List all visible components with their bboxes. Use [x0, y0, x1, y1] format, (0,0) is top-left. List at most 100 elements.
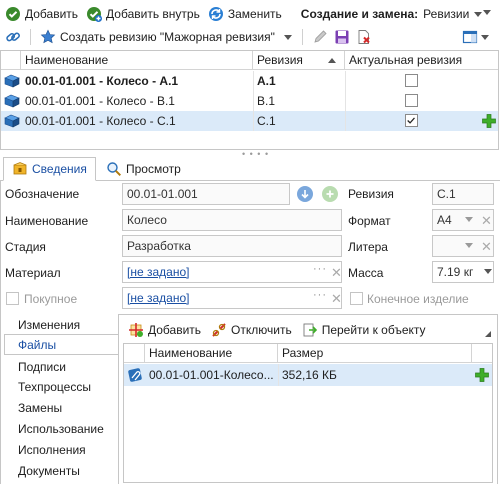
grid-header-actual[interactable]: Актуальная ревизия [345, 51, 465, 70]
panel-layout-button[interactable] [462, 29, 490, 45]
purchased-clear-icon[interactable]: ✕ [331, 292, 342, 305]
side-nav-item-replacements[interactable]: Замены [18, 401, 62, 415]
panel-layout-icon [462, 29, 478, 45]
add-inside-button[interactable]: Добавить внутрь [83, 3, 203, 25]
magnifier-icon [106, 161, 122, 177]
material-value-link[interactable]: [не задано] [127, 265, 189, 279]
purchased-field[interactable]: [не задано] [122, 287, 342, 309]
toolbar-main: Добавить Добавить внутрь Заменить Создан… [2, 3, 486, 25]
part-icon [4, 93, 20, 109]
litera-label: Литера [348, 240, 388, 254]
material-browse-icon[interactable]: ··· [313, 263, 327, 275]
revision-label: Ревизия [348, 187, 394, 201]
files-detach-button[interactable]: Отключить [208, 321, 295, 339]
star-icon [40, 29, 56, 45]
add-row-plus-icon[interactable] [481, 113, 497, 129]
grid-header: Наименование Ревизия Актуальная ревизия [1, 51, 498, 70]
litera-dropdown-icon[interactable] [465, 243, 473, 248]
goto-object-icon [302, 322, 318, 338]
cancel-changes-button[interactable] [353, 26, 375, 48]
side-nav-item-usage[interactable]: Использование [18, 422, 104, 436]
toolbar-overflow-chevron-icon[interactable] [482, 7, 492, 17]
purchased-value-link[interactable]: [не задано] [127, 291, 189, 305]
toolbar-secondary: Создать ревизию "Мажорная ревизия" [2, 26, 375, 48]
grid-row-selected[interactable]: 00.01-01.001 - Колесо - С.1 С.1 [1, 111, 498, 131]
name-field[interactable]: Колесо [122, 209, 342, 231]
stage-label: Стадия [5, 240, 46, 254]
file-size: 352,16 КБ [282, 368, 337, 382]
create-revision-chevron-icon[interactable] [283, 32, 293, 42]
add-file-plus-icon[interactable] [474, 367, 490, 383]
final-product-label: Конечное изделие [367, 292, 469, 306]
toolbar-separator [30, 29, 31, 45]
edit-button[interactable] [309, 26, 331, 48]
actual-revision-checkbox[interactable] [405, 94, 418, 107]
document-cancel-icon [356, 29, 372, 45]
designation-field[interactable]: 00.01-01.001 [122, 183, 290, 205]
side-nav-item-processes[interactable]: Техпроцессы [18, 380, 91, 394]
files-detach-label: Отключить [231, 323, 292, 337]
actual-revision-checkbox-checked[interactable] [405, 114, 418, 127]
files-row-selected[interactable]: 00.01-01.001-Колесо... 352,16 КБ [124, 364, 492, 386]
tab-preview-label: Просмотр [126, 162, 181, 176]
add-button[interactable]: Добавить [2, 3, 81, 25]
files-header-icon-col [124, 344, 145, 363]
side-nav-item-changes[interactable]: Изменения [18, 318, 80, 332]
revision-field[interactable]: С.1 [432, 183, 494, 205]
designation-label: Обозначение [5, 187, 80, 201]
replace-button[interactable]: Заменить [205, 3, 285, 25]
files-panel: Добавить Отключить Перейти к объекту Наи… [118, 314, 498, 484]
files-add-label: Добавить [148, 323, 202, 337]
litera-clear-icon[interactable]: ✕ [481, 240, 492, 253]
files-goto-button[interactable]: Перейти к объекту [299, 321, 429, 339]
material-label: Материал [5, 266, 61, 280]
save-button[interactable] [331, 26, 353, 48]
side-nav-item-documents[interactable]: Документы [18, 464, 80, 478]
add-circle-icon[interactable] [322, 186, 338, 202]
arrow-down-circle-icon[interactable] [297, 186, 313, 202]
purchased-checkbox[interactable] [6, 292, 19, 305]
final-product-checkbox[interactable] [350, 292, 363, 305]
row-revision: С.1 [257, 114, 276, 128]
tab-details[interactable]: Сведения [3, 157, 96, 181]
col-divider [278, 364, 279, 386]
grid-header-revision[interactable]: Ревизия [253, 51, 345, 70]
files-header-name[interactable]: Наименование [145, 344, 278, 363]
format-clear-icon[interactable]: ✕ [481, 214, 492, 227]
splitter-grip: • • • • [242, 149, 270, 159]
side-nav-item-files-selected[interactable]: Файлы [4, 334, 119, 355]
material-field[interactable]: [не задано] [122, 261, 342, 283]
actual-revision-checkbox[interactable] [405, 74, 418, 87]
create-revision-label: Создать ревизию "Мажорная ревизия" [60, 30, 275, 44]
add-inside-label: Добавить внутрь [106, 7, 200, 21]
side-nav-item-variants[interactable]: Исполнения [18, 443, 86, 457]
side-nav-item-signatures[interactable]: Подписи [18, 360, 66, 374]
grid-header-icon-col [1, 51, 21, 70]
corner-grip-icon [485, 331, 491, 337]
format-dropdown-icon[interactable] [465, 217, 473, 222]
name-label: Наименование [5, 214, 89, 228]
create-replace-dropdown[interactable]: Ревизии [420, 3, 486, 25]
tab-preview[interactable]: Просмотр [106, 159, 181, 179]
file-name: 00.01-01.001-Колесо... [149, 368, 274, 382]
mass-dropdown-icon[interactable] [484, 269, 492, 274]
files-add-button[interactable]: Добавить [125, 321, 204, 339]
toolbar-separator [301, 29, 303, 45]
purchased-browse-icon[interactable]: ··· [313, 289, 327, 301]
create-revision-button[interactable]: Создать ревизию "Мажорная ревизия" [37, 26, 296, 48]
side-nav-item-files-label: Файлы [18, 338, 57, 352]
grid-header-name[interactable]: Наименование [21, 51, 253, 70]
grid-row[interactable]: 00.01-01.001 - Колесо - А.1 А.1 [1, 71, 498, 91]
stage-field[interactable]: Разработка [122, 235, 342, 257]
pencil-icon [312, 29, 328, 45]
side-nav: Изменения Файлы Подписи Техпроцессы Заме… [0, 312, 119, 484]
part-icon [4, 113, 20, 129]
material-clear-icon[interactable]: ✕ [331, 266, 342, 279]
grid-row[interactable]: 00.01-01.001 - Колесо - В.1 В.1 [1, 91, 498, 111]
add-inside-icon [86, 6, 103, 22]
splitter[interactable]: • • • • [0, 149, 500, 159]
row-name: 00.01-01.001 - Колесо - В.1 [25, 94, 175, 108]
files-header-size[interactable]: Размер [278, 344, 472, 363]
link-button[interactable] [2, 26, 24, 48]
files-goto-label: Перейти к объекту [321, 323, 426, 337]
